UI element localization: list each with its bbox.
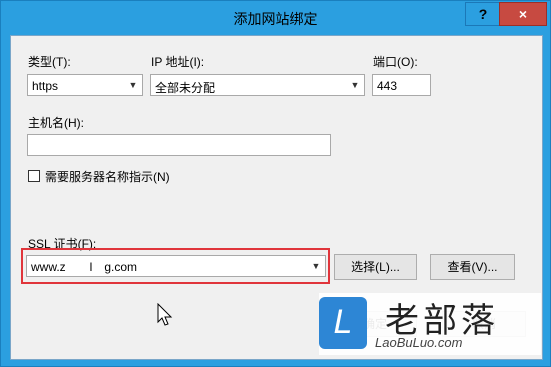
select-button[interactable]: 选择(L)... [334,254,417,280]
view-button[interactable]: 查看(V)... [430,254,515,280]
hostname-input[interactable] [27,134,331,156]
ssl-select[interactable]: www.z l g.com ▼ [26,255,326,277]
type-label: 类型(T): [28,55,71,69]
watermark: L 老部落 LaoBuLuo.com [319,293,541,355]
chevron-down-icon: ▼ [350,80,360,90]
sni-checkbox[interactable] [28,170,40,182]
add-site-binding-dialog: 添加网站绑定 ? × 类型(T): https ▼ IP 地址(I): 全部未分… [0,0,551,367]
help-button[interactable]: ? [465,2,501,26]
ip-label: IP 地址(I): [151,55,205,69]
close-button[interactable]: × [499,2,547,26]
ip-select[interactable]: 全部未分配 ▼ [150,74,365,96]
mouse-pointer-icon [157,303,173,326]
port-label: 端口(O): [373,55,418,69]
chevron-down-icon: ▼ [311,261,321,271]
sni-label[interactable]: 需要服务器名称指示(N) [45,168,170,185]
type-select[interactable]: https ▼ [27,74,143,96]
port-value: 443 [377,79,398,93]
port-input[interactable]: 443 [372,74,431,96]
type-value: https [32,79,59,93]
hostname-label: 主机名(H): [28,116,84,130]
ip-value: 全部未分配 [155,81,216,95]
watermark-url: LaoBuLuo.com [375,335,463,350]
title-bar[interactable]: 添加网站绑定 ? × [1,1,550,35]
watermark-logo: L [319,297,367,349]
ssl-value: www.z l g.com [31,260,138,274]
chevron-down-icon: ▼ [128,80,138,90]
